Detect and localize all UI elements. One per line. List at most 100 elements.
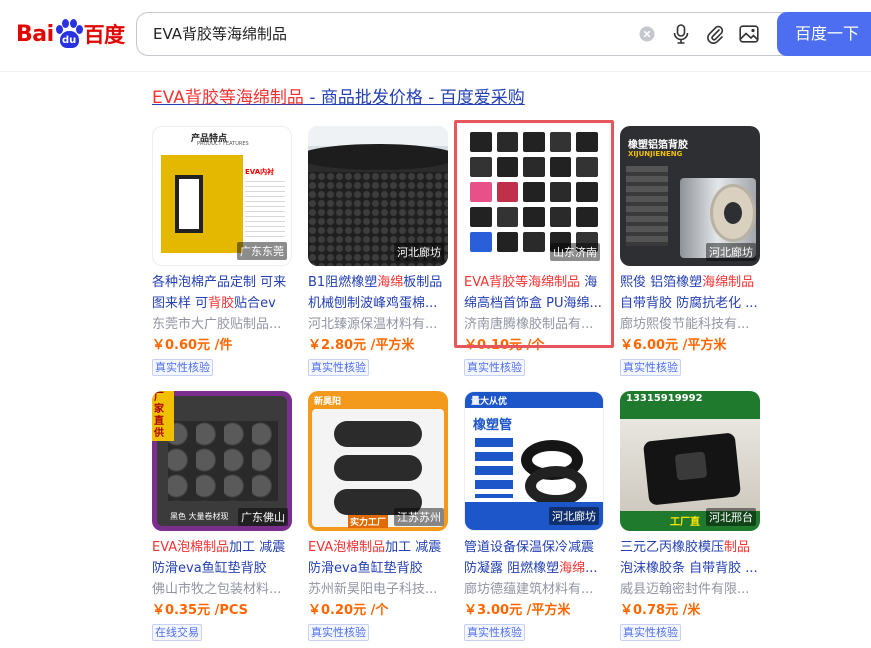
product-card[interactable]: 厂家直供 黑色 大量卷材现 广东佛山 EVA泡棉制品加工 减震防滑eva鱼缸垫背… [152,391,292,641]
title-highlight: 海绵 [377,275,404,290]
product-image[interactable]: 新昊阳 实力工厂 江苏苏州 [308,391,448,531]
search-tools [637,13,759,55]
seller-name[interactable]: 佛山市牧之包装材料... [152,580,292,599]
product-title[interactable]: 管道设备保温保冷减震防凝露 阻燃橡塑海绵... [464,537,604,579]
product-title[interactable]: 各种泡棉产品定制 可来图来样 可背胶贴合eva... [152,272,292,314]
product-card-selected[interactable]: 山东济南 EVA背胶等海绵制品 海绵高档首饰盒 PU海绵... 济南唐腾橡胶制品… [454,120,614,376]
product-title[interactable]: 三元乙丙橡胶模压制品泡沫橡胶条 自带背胶 ... [620,537,760,579]
title-highlight: 背胶 [208,296,235,311]
verified-badge: 真实性核验 [620,359,681,376]
seller-name[interactable]: 威县迈翰密封件有限... [620,580,760,599]
image-caption-sub: 黑色 大量卷材现 [170,512,229,521]
product-card[interactable]: 量大从优 橡塑管 河北廊坊 管道设备保温保冷减震防凝露 阻燃橡塑海绵... 廊坊… [464,391,604,641]
search-button[interactable]: 百度一下 [777,12,871,56]
seller-name[interactable]: 东莞市大广胶贴制品... [152,315,292,334]
logo-du-text: du [59,31,79,48]
price: ￥0.78元 /米 [620,603,701,618]
price: ￥2.80元 /平方米 [308,338,415,353]
image-tag: EVA内衬 [245,168,275,176]
image-search-icon[interactable] [739,24,759,44]
image-caption: 13315919992 [626,393,703,404]
title-highlight: 海绵 [559,561,586,576]
product-image[interactable]: 厂家直供 黑色 大量卷材现 广东佛山 [152,391,292,531]
location-badge: 广东东莞 [237,242,287,260]
product-card[interactable]: 橡塑铝箔背胶 XIJUNJIENENG 河北廊坊 熙俊 铝箔橡塑海绵制品 自带背… [620,126,760,376]
price: ￥0.10元 /个 [464,338,545,353]
seller-name[interactable]: 河北臻源保温材料有... [308,315,448,334]
product-image[interactable]: 量大从优 橡塑管 河北廊坊 [464,391,604,531]
seller-name[interactable]: 廊坊熙俊节能科技有... [620,315,760,334]
logo-baidu-text: 百度 [83,23,126,47]
product-title[interactable]: EVA泡棉制品加工 减震防滑eva鱼缸垫背胶海... [308,537,448,579]
title-highlight: EVA泡棉制品 [152,540,230,555]
verified-badge: 真实性核验 [620,624,681,641]
logo-bai-text: Bai [16,21,54,47]
title-part: 泡沫橡胶条 自带背胶 ... [620,561,758,576]
seller-name[interactable]: 廊坊德蕴建筑材料有... [464,580,604,599]
image-caption-sub: 橡塑管 [473,418,513,433]
product-image[interactable]: 橡塑铝箔背胶 XIJUNJIENENG 河北廊坊 [620,126,760,266]
location-badge: 河北廊坊 [549,507,599,525]
search-input[interactable] [153,13,623,55]
product-title[interactable]: B1阻燃橡塑海绵板制品机械刨制波峰鸡蛋棉... [308,272,448,314]
title-highlight: EVA泡棉制品 [308,540,386,555]
result-title-highlight: EVA背胶等海绵制品 [152,88,304,108]
product-title[interactable]: EVA泡棉制品加工 减震防滑eva鱼缸垫背胶海... [152,537,292,579]
product-image[interactable]: 河北廊坊 [308,126,448,266]
image-caption: 厂家直供 [152,391,174,441]
product-card[interactable]: 河北廊坊 B1阻燃橡塑海绵板制品机械刨制波峰鸡蛋棉... 河北臻源保温材料有..… [308,126,448,376]
verified-badge: 真实性核验 [464,359,525,376]
product-image[interactable]: 13315919992 工厂直 河北邢台 [620,391,760,531]
title-part: ... [585,561,598,576]
price: ￥0.20元 /个 [308,603,389,618]
seller-name[interactable]: 济南唐腾橡胶制品有... [464,315,604,334]
title-part: B1阻燃橡塑 [308,275,378,290]
online-trade-badge: 在线交易 [152,624,202,641]
product-title[interactable]: 熙俊 铝箔橡塑海绵制品 自带背胶 防腐抗老化 ... [620,272,760,314]
product-card[interactable]: 产品特点 PRODUCT FEATURES EVA内衬 广东东莞 各种泡棉产品定… [152,126,292,376]
clear-icon[interactable] [637,24,657,44]
location-badge: 山东济南 [550,243,600,261]
location-badge: 河北廊坊 [706,243,756,261]
product-card[interactable]: 新昊阳 实力工厂 江苏苏州 EVA泡棉制品加工 减震防滑eva鱼缸垫背胶海...… [308,391,448,641]
price: ￥0.60元 /件 [152,338,233,353]
product-image[interactable]: 产品特点 PRODUCT FEATURES EVA内衬 广东东莞 [152,126,292,266]
image-caption-sub: 实力工厂 [348,515,389,528]
verified-badge: 真实性核验 [152,359,213,376]
title-highlight: 海绵制品 [702,275,755,290]
image-caption: 量大从优 [471,397,508,407]
location-badge: 广东佛山 [238,508,288,526]
attachment-icon[interactable] [705,24,725,44]
location-badge: 河北廊坊 [394,243,444,261]
verified-badge: 真实性核验 [308,624,369,641]
product-image[interactable]: 山东济南 [464,126,604,266]
product-card[interactable]: 13315919992 工厂直 河北邢台 三元乙丙橡胶模压制品泡沫橡胶条 自带背… [620,391,760,641]
verified-badge: 真实性核验 [464,624,525,641]
image-caption: 橡塑铝箔背胶 [628,140,688,151]
header: Bai du 百度 百度一下 [0,0,871,72]
price: ￥3.00元 /平方米 [464,603,571,618]
title-highlight: 制品 [724,540,751,555]
search-box [136,12,796,56]
seller-name[interactable]: 苏州新昊阳电子科技... [308,580,448,599]
result-title-link[interactable]: EVA背胶等海绵制品 - 商品批发价格 - 百度爱采购 [152,86,852,110]
image-caption-sub: PRODUCT FEATURES [197,141,249,147]
image-caption-sub: XIJUNJIENENG [628,150,683,158]
location-badge: 江苏苏州 [394,508,444,526]
baidu-logo[interactable]: Bai du 百度 [16,15,125,53]
title-highlight: EVA背胶等海绵制品 [464,275,581,290]
image-caption-sub: 工厂直 [670,517,700,528]
title-part: 三元乙丙橡胶模压 [620,540,725,555]
microphone-icon[interactable] [671,24,691,44]
location-badge: 河北邢台 [706,508,756,526]
product-title[interactable]: EVA背胶等海绵制品 海绵高档首饰盒 PU海绵... [464,272,604,314]
result-title-rest: - 商品批发价格 - 百度爱采购 [303,88,525,108]
image-caption: 新昊阳 [314,397,342,407]
price: ￥0.35元 /PCS [152,603,249,618]
verified-badge: 真实性核验 [308,359,369,376]
title-part: 熙俊 铝箔橡塑 [620,275,703,290]
paw-icon: du [55,19,83,49]
result-block: EVA背胶等海绵制品 - 商品批发价格 - 百度爱采购 [152,86,852,110]
price: ￥6.00元 /平方米 [620,338,727,353]
title-part: 自带背胶 防腐抗老化 ... [620,296,758,311]
